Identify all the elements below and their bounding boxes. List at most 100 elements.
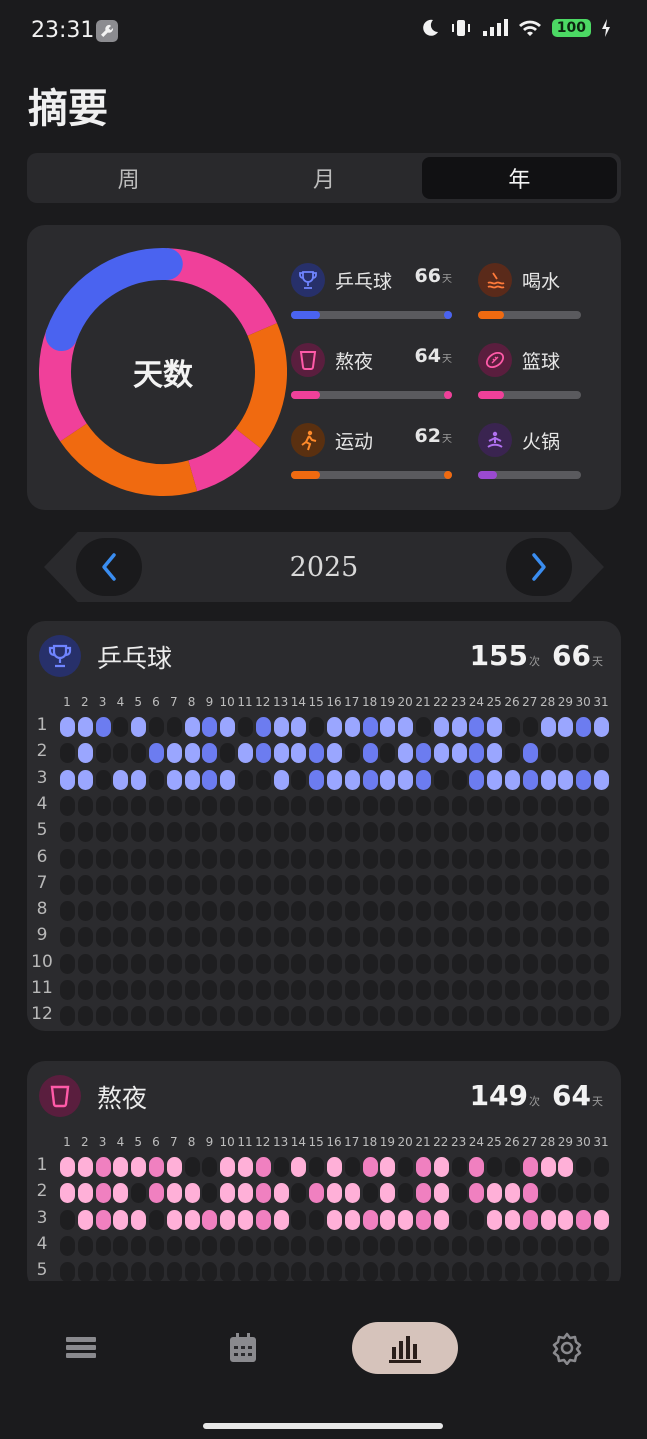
day-cell[interactable] bbox=[149, 927, 164, 948]
day-cell[interactable] bbox=[398, 901, 414, 922]
day-cell[interactable] bbox=[77, 1183, 93, 1204]
day-cell[interactable] bbox=[522, 822, 538, 843]
day-cell[interactable] bbox=[487, 1006, 503, 1027]
day-cell[interactable] bbox=[149, 743, 164, 764]
day-cell[interactable] bbox=[416, 1235, 431, 1256]
day-cell[interactable] bbox=[220, 901, 236, 922]
day-cell[interactable] bbox=[380, 743, 396, 764]
day-cell[interactable] bbox=[451, 743, 467, 764]
day-cell[interactable] bbox=[451, 1183, 467, 1204]
tab-month[interactable]: 月 bbox=[226, 157, 421, 199]
day-cell[interactable] bbox=[184, 980, 200, 1000]
day-cell[interactable] bbox=[95, 1262, 111, 1283]
day-cell[interactable] bbox=[594, 1209, 609, 1230]
day-cell[interactable] bbox=[113, 1209, 129, 1230]
day-cell[interactable] bbox=[451, 1262, 467, 1283]
day-cell[interactable] bbox=[576, 822, 592, 843]
day-cell[interactable] bbox=[166, 769, 182, 790]
day-cell[interactable] bbox=[433, 743, 449, 764]
day-cell[interactable] bbox=[505, 980, 520, 1000]
day-cell[interactable] bbox=[95, 874, 111, 895]
day-cell[interactable] bbox=[327, 1183, 342, 1204]
day-cell[interactable] bbox=[540, 927, 556, 948]
day-cell[interactable] bbox=[95, 953, 111, 974]
activity-card-pingpong[interactable]: 乒乓球 155次 66天 1 2 3 4 5 6 7 8 9 10 11 12 13 14 15 16 17 18… bbox=[27, 621, 621, 1031]
day-cell[interactable] bbox=[166, 980, 182, 1000]
day-cell[interactable] bbox=[220, 980, 236, 1000]
day-cell[interactable] bbox=[60, 980, 75, 1000]
day-cell[interactable] bbox=[505, 743, 520, 764]
day-cell[interactable] bbox=[238, 927, 253, 948]
day-cell[interactable] bbox=[95, 822, 111, 843]
day-cell[interactable] bbox=[522, 874, 538, 895]
day-cell[interactable] bbox=[220, 1157, 236, 1177]
day-cell[interactable] bbox=[576, 795, 592, 816]
day-cell[interactable] bbox=[451, 848, 467, 869]
nav-list[interactable] bbox=[53, 1322, 109, 1374]
day-cell[interactable] bbox=[362, 1157, 378, 1177]
day-cell[interactable] bbox=[451, 927, 467, 948]
day-cell[interactable] bbox=[291, 1006, 307, 1027]
day-cell[interactable] bbox=[433, 848, 449, 869]
day-cell[interactable] bbox=[398, 1183, 414, 1204]
day-cell[interactable] bbox=[238, 769, 253, 790]
day-cell[interactable] bbox=[113, 980, 129, 1000]
day-cell[interactable] bbox=[327, 743, 342, 764]
day-cell[interactable] bbox=[131, 901, 147, 922]
day-cell[interactable] bbox=[95, 1235, 111, 1256]
day-cell[interactable] bbox=[469, 901, 485, 922]
legend-item[interactable]: 喝水 bbox=[478, 263, 581, 325]
day-cell[interactable] bbox=[540, 1157, 556, 1177]
day-cell[interactable] bbox=[113, 1183, 129, 1204]
day-cell[interactable] bbox=[594, 1235, 609, 1256]
day-cell[interactable] bbox=[487, 953, 503, 974]
day-cell[interactable] bbox=[60, 743, 75, 764]
day-cell[interactable] bbox=[255, 953, 271, 974]
day-cell[interactable] bbox=[469, 1157, 485, 1177]
day-cell[interactable] bbox=[487, 1209, 503, 1230]
day-cell[interactable] bbox=[238, 795, 253, 816]
day-cell[interactable] bbox=[594, 901, 609, 922]
day-cell[interactable] bbox=[380, 901, 396, 922]
day-cell[interactable] bbox=[113, 953, 129, 974]
day-cell[interactable] bbox=[166, 953, 182, 974]
legend-item[interactable]: 篮球 bbox=[478, 343, 581, 405]
day-cell[interactable] bbox=[273, 901, 289, 922]
day-cell[interactable] bbox=[540, 848, 556, 869]
day-cell[interactable] bbox=[113, 927, 129, 948]
day-cell[interactable] bbox=[594, 1262, 609, 1283]
day-cell[interactable] bbox=[522, 1006, 538, 1027]
day-cell[interactable] bbox=[433, 822, 449, 843]
day-cell[interactable] bbox=[77, 953, 93, 974]
day-cell[interactable] bbox=[540, 1262, 556, 1283]
tab-year[interactable]: 年 bbox=[421, 157, 617, 199]
day-cell[interactable] bbox=[60, 901, 75, 922]
day-cell[interactable] bbox=[416, 1209, 431, 1230]
day-cell[interactable] bbox=[255, 927, 271, 948]
day-cell[interactable] bbox=[487, 1157, 503, 1177]
day-cell[interactable] bbox=[469, 717, 485, 737]
day-cell[interactable] bbox=[451, 874, 467, 895]
day-cell[interactable] bbox=[362, 1006, 378, 1027]
day-cell[interactable] bbox=[184, 848, 200, 869]
day-cell[interactable] bbox=[291, 927, 307, 948]
day-cell[interactable] bbox=[255, 743, 271, 764]
day-cell[interactable] bbox=[309, 927, 325, 948]
day-cell[interactable] bbox=[469, 1235, 485, 1256]
day-cell[interactable] bbox=[202, 901, 218, 922]
day-cell[interactable] bbox=[95, 848, 111, 869]
day-cell[interactable] bbox=[131, 1235, 147, 1256]
activity-card-nightowl[interactable]: 熬夜 149次 64天 1 2 3 4 5 6 7 8 9 10 11 12 13 14 15 16 17 18 1… bbox=[27, 1061, 621, 1291]
day-cell[interactable] bbox=[327, 1262, 342, 1283]
day-cell[interactable] bbox=[416, 743, 431, 764]
day-cell[interactable] bbox=[362, 822, 378, 843]
day-cell[interactable] bbox=[540, 1183, 556, 1204]
day-cell[interactable] bbox=[309, 717, 325, 737]
day-cell[interactable] bbox=[576, 1235, 592, 1256]
day-cell[interactable] bbox=[60, 874, 75, 895]
day-cell[interactable] bbox=[433, 927, 449, 948]
day-cell[interactable] bbox=[131, 1157, 147, 1177]
day-cell[interactable] bbox=[309, 795, 325, 816]
day-cell[interactable] bbox=[380, 1235, 396, 1256]
day-cell[interactable] bbox=[398, 1157, 414, 1177]
